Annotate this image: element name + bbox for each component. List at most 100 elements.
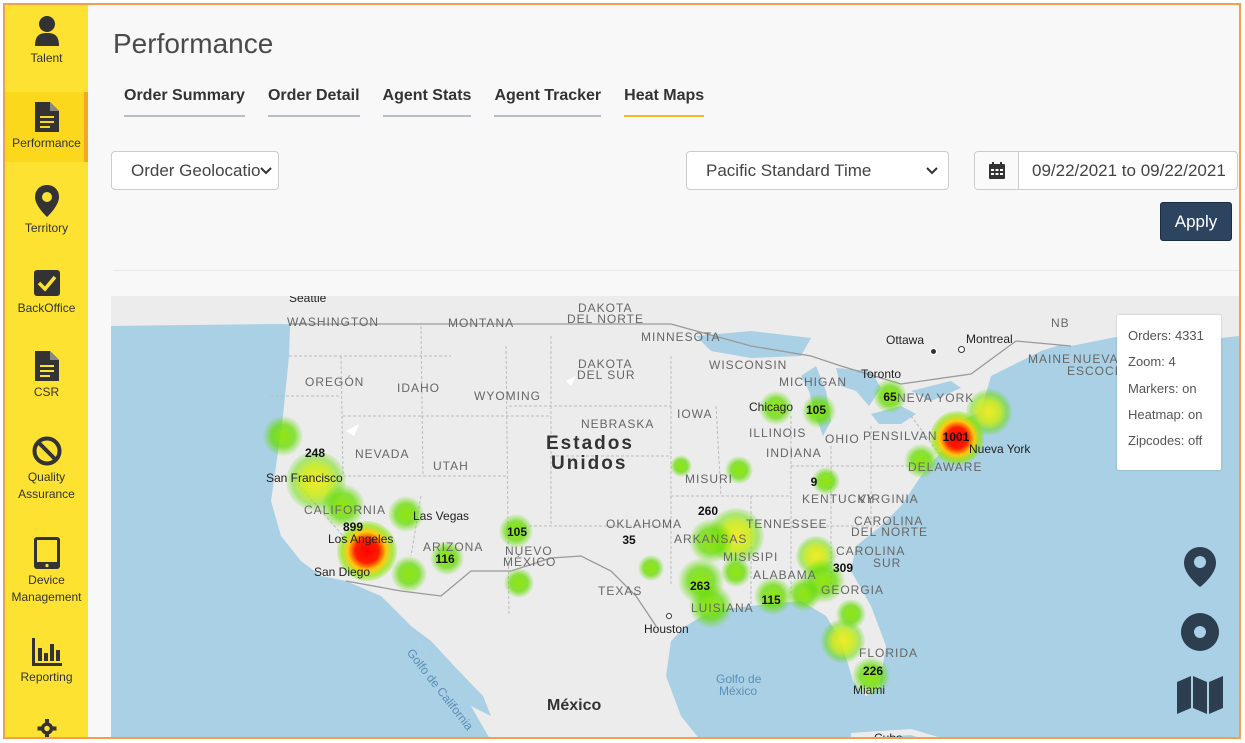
capital-dot [930,348,937,355]
map-label: MISISIPI [723,550,779,564]
heat-map[interactable]: Seattle WASHINGTON MONTANA DAKOTA DEL NO… [111,296,1239,739]
map-label: Las Vegas [413,509,470,523]
map-label: DEL NORTE [567,312,645,326]
sidebar-item-csr[interactable]: CSR [5,351,88,411]
document-icon [34,351,59,381]
order-count-marker[interactable]: 9 [811,475,818,489]
checkbox-icon [33,270,60,296]
city-dot [666,613,672,619]
sidebar-item-quality-assurance[interactable]: Quality Assurance [5,436,88,508]
map-label: ARKANSAS [674,532,748,546]
map-label: MÉXICO [503,555,557,569]
map-label: Miami [853,683,885,697]
order-count-marker[interactable]: 116 [435,552,454,566]
sidebar-item-label: Device Management [11,573,82,604]
apply-button[interactable]: Apply [1160,202,1232,241]
map-label: Estados [546,433,634,454]
order-count-marker[interactable]: 65 [883,390,896,404]
divider [113,270,1239,271]
chevron-down-icon [926,167,938,175]
document-icon [34,102,59,132]
sidebar-item-backoffice[interactable]: BackOffice [5,269,88,329]
order-count-marker[interactable]: 309 [833,561,853,575]
order-count-marker[interactable]: 105 [806,403,826,417]
sidebar-item-label: Talent [30,51,63,65]
map-label: DEL NORTE [851,525,929,539]
tab-agent-stats[interactable]: Agent Stats [382,87,472,117]
map-label: Chicago [749,400,794,414]
map-label: México [719,684,758,698]
chevron-down-icon [260,164,272,176]
map-label: TENNESSEE [746,517,828,531]
page-title: Performance [113,28,274,59]
sidebar-item-reporting[interactable]: Reporting [5,638,88,698]
map-label: Cuba [874,731,903,739]
map-label: IOWA [677,407,713,421]
sidebar-item-label: CSR [33,385,60,399]
marker-toggle-icon[interactable] [1184,547,1216,592]
map-label: NEVADA [355,447,410,461]
sidebar-item-performance[interactable]: Performance [5,92,88,162]
map-label: INDIANA [766,446,822,460]
sidebar-item-territory[interactable]: Territory [5,185,88,245]
order-count-marker[interactable]: 226 [863,664,883,678]
map-label: VIRGINIA [858,492,919,506]
map-label: Toronto [861,367,902,381]
map-label: TEXAS [598,584,643,598]
map-label: MISURI [685,472,733,486]
order-count-marker[interactable]: 115 [761,593,780,607]
map-label: MICHIGAN [779,375,847,389]
map-stats-panel: Orders: 4331 Zoom: 4 Markers: on Heatmap… [1117,315,1221,470]
calendar-button[interactable] [975,152,1019,189]
map-label: Unidos [551,453,628,474]
sidebar-item-label: BackOffice [17,301,76,315]
map-label: NEVA YORK [897,391,975,405]
heat-spot [638,555,664,581]
sidebar-item-settings[interactable] [5,719,88,737]
sidebar-item-device-management[interactable]: Device Management [5,537,88,609]
order-count-marker[interactable]: 263 [690,579,710,593]
bar-chart-icon [31,638,62,666]
date-range-picker[interactable]: 09/22/2021 to 09/22/2021 [974,151,1238,190]
zipcode-map-icon[interactable] [1177,676,1223,719]
map-label: SUR [873,556,902,570]
order-count-marker[interactable]: 899 [343,520,363,534]
heatmap-toggle-icon[interactable] [1180,612,1220,657]
map-label: NB [1051,316,1070,330]
map-label: Ottawa [886,333,925,347]
map-label: OREGÓN [305,375,365,389]
map-label: UTAH [433,459,469,473]
map-label: San Diego [314,565,371,579]
gear-icon [37,719,56,737]
order-count-marker[interactable]: 248 [305,446,325,460]
map-label: CALIFORNIA [304,503,387,517]
map-label: ALABAMA [753,568,817,582]
timezone-select[interactable]: Pacific Standard Time [686,151,949,190]
map-label: Nueva York [969,442,1031,456]
map-label: MONTANA [448,316,515,330]
tab-order-detail[interactable]: Order Detail [267,87,360,117]
tab-bar: Order Summary Order Detail Agent Stats A… [124,87,705,117]
heatmap-stat: Heatmap: on [1128,406,1203,422]
order-count-marker[interactable]: 1001 [943,430,970,444]
report-type-select[interactable]: Order Geolocation [111,151,279,190]
tab-heat-maps[interactable]: Heat Maps [624,87,705,117]
orders-stat: Orders: 4331 [1128,328,1204,343]
heat-spot [263,416,303,456]
city-dot [958,346,965,353]
person-icon [34,16,59,46]
tab-agent-tracker[interactable]: Agent Tracker [494,87,602,117]
sidebar-item-label: Performance [12,136,81,150]
map-pin-icon [34,185,59,217]
order-count-marker[interactable]: 260 [698,504,718,518]
order-count-marker[interactable]: 105 [507,525,527,539]
ban-icon [32,436,61,466]
tab-order-summary[interactable]: Order Summary [124,87,245,117]
map-label: MAINE [1028,352,1072,366]
map-label: Seattle [289,296,327,305]
map-label: México [547,697,602,714]
markers-stat: Markers: on [1128,380,1197,396]
sidebar-item-talent[interactable]: Talent [5,15,88,77]
date-range-input[interactable]: 09/22/2021 to 09/22/2021 [1019,152,1226,189]
order-count-marker[interactable]: 35 [622,533,635,547]
